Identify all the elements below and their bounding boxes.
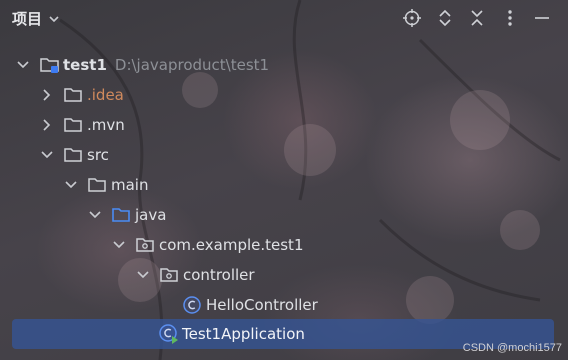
tree-row[interactable]: controller xyxy=(0,261,568,289)
tree-item-label: src xyxy=(87,146,109,164)
tree-row[interactable]: java xyxy=(0,201,568,229)
crosshair-icon[interactable] xyxy=(400,6,424,30)
tree-item-label: test1 D:\javaproduct\test1 xyxy=(63,56,269,74)
chevron-right-icon[interactable] xyxy=(40,118,54,132)
tree-item-label: java xyxy=(135,206,167,224)
folder-icon xyxy=(63,86,83,104)
chevron-down-icon xyxy=(49,15,59,22)
tree-row[interactable]: HelloController xyxy=(0,291,568,319)
tree-row[interactable]: .idea xyxy=(0,81,568,109)
tree-item-label: .idea xyxy=(87,86,124,104)
source-folder-icon xyxy=(111,206,131,224)
folder-icon xyxy=(63,116,83,134)
watermark: CSDN @mochi1577 xyxy=(462,342,562,354)
chevron-down-icon[interactable] xyxy=(136,268,150,282)
panel-title-label: 项目 xyxy=(12,10,43,28)
more-options-icon[interactable] xyxy=(498,6,522,30)
chevron-down-icon[interactable] xyxy=(88,208,102,222)
tree-row[interactable]: com.example.test1 xyxy=(0,231,568,259)
expand-all-icon[interactable] xyxy=(433,6,457,30)
tree-item-label: controller xyxy=(183,266,255,284)
tree-item-label: main xyxy=(111,176,149,194)
root-path: D:\javaproduct\test1 xyxy=(114,56,270,74)
tree-row[interactable]: .mvn xyxy=(0,111,568,139)
root-name: test1 xyxy=(63,56,107,74)
folder-icon xyxy=(87,176,107,194)
spring-class-icon xyxy=(158,324,178,344)
tree-item-label: .mvn xyxy=(87,116,125,134)
class-icon xyxy=(182,296,202,314)
chevron-down-icon[interactable] xyxy=(40,148,54,162)
package-icon xyxy=(135,236,155,254)
folder-icon xyxy=(63,146,83,164)
module-folder-icon xyxy=(39,56,59,74)
panel-title[interactable]: 项目 xyxy=(12,8,60,29)
chevron-down-icon[interactable] xyxy=(64,178,78,192)
chevron-down-icon[interactable] xyxy=(16,58,30,72)
tree-row-root[interactable]: test1 D:\javaproduct\test1 xyxy=(0,51,568,79)
tree-item-label: com.example.test1 xyxy=(159,236,304,254)
tree-item-label: Test1Application xyxy=(182,325,305,343)
chevron-down-icon[interactable] xyxy=(112,238,126,252)
package-icon xyxy=(159,266,179,284)
collapse-all-icon[interactable] xyxy=(465,6,489,30)
tree-item-label: HelloController xyxy=(206,296,318,314)
tree-row[interactable]: main xyxy=(0,171,568,199)
tree-row[interactable]: src xyxy=(0,141,568,169)
minimize-icon[interactable] xyxy=(530,6,554,30)
project-panel-header: 项目 xyxy=(0,0,568,36)
chevron-right-icon[interactable] xyxy=(40,88,54,102)
